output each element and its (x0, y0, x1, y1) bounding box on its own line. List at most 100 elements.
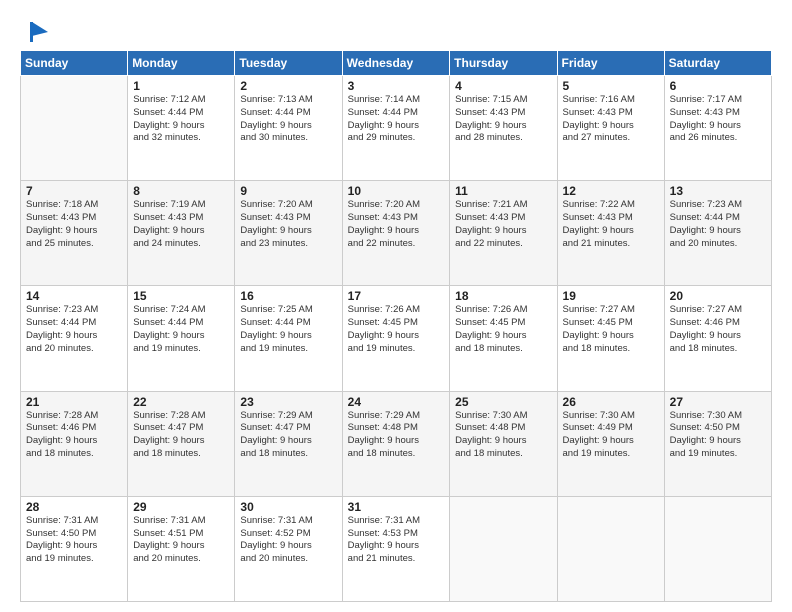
weekday-header-wednesday: Wednesday (342, 51, 450, 76)
day-cell: 9Sunrise: 7:20 AMSunset: 4:43 PMDaylight… (235, 181, 342, 286)
day-info: Sunrise: 7:14 AMSunset: 4:44 PMDaylight:… (348, 94, 445, 145)
day-info: Sunrise: 7:13 AMSunset: 4:44 PMDaylight:… (240, 94, 336, 145)
day-info: Sunrise: 7:26 AMSunset: 4:45 PMDaylight:… (455, 304, 551, 355)
day-cell: 23Sunrise: 7:29 AMSunset: 4:47 PMDayligh… (235, 391, 342, 496)
day-number: 17 (348, 289, 445, 303)
day-info: Sunrise: 7:28 AMSunset: 4:46 PMDaylight:… (26, 410, 122, 461)
day-number: 2 (240, 79, 336, 93)
day-number: 3 (348, 79, 445, 93)
day-info: Sunrise: 7:20 AMSunset: 4:43 PMDaylight:… (240, 199, 336, 250)
day-number: 12 (563, 184, 659, 198)
day-info: Sunrise: 7:19 AMSunset: 4:43 PMDaylight:… (133, 199, 229, 250)
day-cell: 25Sunrise: 7:30 AMSunset: 4:48 PMDayligh… (450, 391, 557, 496)
day-cell (21, 76, 128, 181)
day-info: Sunrise: 7:31 AMSunset: 4:50 PMDaylight:… (26, 515, 122, 566)
weekday-header-thursday: Thursday (450, 51, 557, 76)
day-number: 11 (455, 184, 551, 198)
day-number: 28 (26, 500, 122, 514)
day-cell: 31Sunrise: 7:31 AMSunset: 4:53 PMDayligh… (342, 496, 450, 601)
day-cell: 18Sunrise: 7:26 AMSunset: 4:45 PMDayligh… (450, 286, 557, 391)
day-number: 6 (670, 79, 766, 93)
day-cell: 4Sunrise: 7:15 AMSunset: 4:43 PMDaylight… (450, 76, 557, 181)
day-number: 10 (348, 184, 445, 198)
page: SundayMondayTuesdayWednesdayThursdayFrid… (0, 0, 792, 612)
day-cell: 28Sunrise: 7:31 AMSunset: 4:50 PMDayligh… (21, 496, 128, 601)
day-info: Sunrise: 7:21 AMSunset: 4:43 PMDaylight:… (455, 199, 551, 250)
day-cell: 1Sunrise: 7:12 AMSunset: 4:44 PMDaylight… (128, 76, 235, 181)
day-cell: 8Sunrise: 7:19 AMSunset: 4:43 PMDaylight… (128, 181, 235, 286)
day-info: Sunrise: 7:27 AMSunset: 4:45 PMDaylight:… (563, 304, 659, 355)
day-info: Sunrise: 7:28 AMSunset: 4:47 PMDaylight:… (133, 410, 229, 461)
day-number: 14 (26, 289, 122, 303)
day-info: Sunrise: 7:20 AMSunset: 4:43 PMDaylight:… (348, 199, 445, 250)
day-info: Sunrise: 7:29 AMSunset: 4:47 PMDaylight:… (240, 410, 336, 461)
day-info: Sunrise: 7:24 AMSunset: 4:44 PMDaylight:… (133, 304, 229, 355)
day-number: 25 (455, 395, 551, 409)
day-info: Sunrise: 7:23 AMSunset: 4:44 PMDaylight:… (670, 199, 766, 250)
weekday-header-tuesday: Tuesday (235, 51, 342, 76)
header (20, 18, 772, 42)
day-cell: 27Sunrise: 7:30 AMSunset: 4:50 PMDayligh… (664, 391, 771, 496)
day-number: 5 (563, 79, 659, 93)
day-info: Sunrise: 7:15 AMSunset: 4:43 PMDaylight:… (455, 94, 551, 145)
week-row-2: 7Sunrise: 7:18 AMSunset: 4:43 PMDaylight… (21, 181, 772, 286)
week-row-4: 21Sunrise: 7:28 AMSunset: 4:46 PMDayligh… (21, 391, 772, 496)
week-row-1: 1Sunrise: 7:12 AMSunset: 4:44 PMDaylight… (21, 76, 772, 181)
day-info: Sunrise: 7:12 AMSunset: 4:44 PMDaylight:… (133, 94, 229, 145)
day-info: Sunrise: 7:31 AMSunset: 4:53 PMDaylight:… (348, 515, 445, 566)
day-number: 8 (133, 184, 229, 198)
day-number: 20 (670, 289, 766, 303)
day-cell: 29Sunrise: 7:31 AMSunset: 4:51 PMDayligh… (128, 496, 235, 601)
day-number: 19 (563, 289, 659, 303)
day-number: 13 (670, 184, 766, 198)
day-cell: 20Sunrise: 7:27 AMSunset: 4:46 PMDayligh… (664, 286, 771, 391)
day-cell: 15Sunrise: 7:24 AMSunset: 4:44 PMDayligh… (128, 286, 235, 391)
day-number: 27 (670, 395, 766, 409)
day-number: 24 (348, 395, 445, 409)
day-cell: 12Sunrise: 7:22 AMSunset: 4:43 PMDayligh… (557, 181, 664, 286)
day-cell: 6Sunrise: 7:17 AMSunset: 4:43 PMDaylight… (664, 76, 771, 181)
day-cell: 10Sunrise: 7:20 AMSunset: 4:43 PMDayligh… (342, 181, 450, 286)
calendar-table: SundayMondayTuesdayWednesdayThursdayFrid… (20, 50, 772, 602)
day-number: 18 (455, 289, 551, 303)
day-cell: 16Sunrise: 7:25 AMSunset: 4:44 PMDayligh… (235, 286, 342, 391)
day-info: Sunrise: 7:25 AMSunset: 4:44 PMDaylight:… (240, 304, 336, 355)
day-cell: 7Sunrise: 7:18 AMSunset: 4:43 PMDaylight… (21, 181, 128, 286)
day-cell (557, 496, 664, 601)
day-number: 7 (26, 184, 122, 198)
day-info: Sunrise: 7:27 AMSunset: 4:46 PMDaylight:… (670, 304, 766, 355)
day-info: Sunrise: 7:17 AMSunset: 4:43 PMDaylight:… (670, 94, 766, 145)
day-cell: 21Sunrise: 7:28 AMSunset: 4:46 PMDayligh… (21, 391, 128, 496)
day-info: Sunrise: 7:18 AMSunset: 4:43 PMDaylight:… (26, 199, 122, 250)
day-cell (664, 496, 771, 601)
weekday-header-sunday: Sunday (21, 51, 128, 76)
day-cell: 13Sunrise: 7:23 AMSunset: 4:44 PMDayligh… (664, 181, 771, 286)
day-cell: 17Sunrise: 7:26 AMSunset: 4:45 PMDayligh… (342, 286, 450, 391)
weekday-header-monday: Monday (128, 51, 235, 76)
day-info: Sunrise: 7:29 AMSunset: 4:48 PMDaylight:… (348, 410, 445, 461)
day-info: Sunrise: 7:30 AMSunset: 4:48 PMDaylight:… (455, 410, 551, 461)
day-number: 22 (133, 395, 229, 409)
day-number: 4 (455, 79, 551, 93)
day-cell: 26Sunrise: 7:30 AMSunset: 4:49 PMDayligh… (557, 391, 664, 496)
weekday-header-friday: Friday (557, 51, 664, 76)
day-number: 30 (240, 500, 336, 514)
day-cell: 3Sunrise: 7:14 AMSunset: 4:44 PMDaylight… (342, 76, 450, 181)
day-number: 31 (348, 500, 445, 514)
day-cell: 14Sunrise: 7:23 AMSunset: 4:44 PMDayligh… (21, 286, 128, 391)
day-cell: 2Sunrise: 7:13 AMSunset: 4:44 PMDaylight… (235, 76, 342, 181)
day-info: Sunrise: 7:26 AMSunset: 4:45 PMDaylight:… (348, 304, 445, 355)
day-number: 26 (563, 395, 659, 409)
day-cell: 11Sunrise: 7:21 AMSunset: 4:43 PMDayligh… (450, 181, 557, 286)
day-info: Sunrise: 7:30 AMSunset: 4:50 PMDaylight:… (670, 410, 766, 461)
weekday-header-row: SundayMondayTuesdayWednesdayThursdayFrid… (21, 51, 772, 76)
day-number: 16 (240, 289, 336, 303)
day-cell: 19Sunrise: 7:27 AMSunset: 4:45 PMDayligh… (557, 286, 664, 391)
day-cell: 22Sunrise: 7:28 AMSunset: 4:47 PMDayligh… (128, 391, 235, 496)
day-info: Sunrise: 7:31 AMSunset: 4:51 PMDaylight:… (133, 515, 229, 566)
day-number: 15 (133, 289, 229, 303)
day-info: Sunrise: 7:31 AMSunset: 4:52 PMDaylight:… (240, 515, 336, 566)
day-number: 23 (240, 395, 336, 409)
day-cell (450, 496, 557, 601)
week-row-5: 28Sunrise: 7:31 AMSunset: 4:50 PMDayligh… (21, 496, 772, 601)
